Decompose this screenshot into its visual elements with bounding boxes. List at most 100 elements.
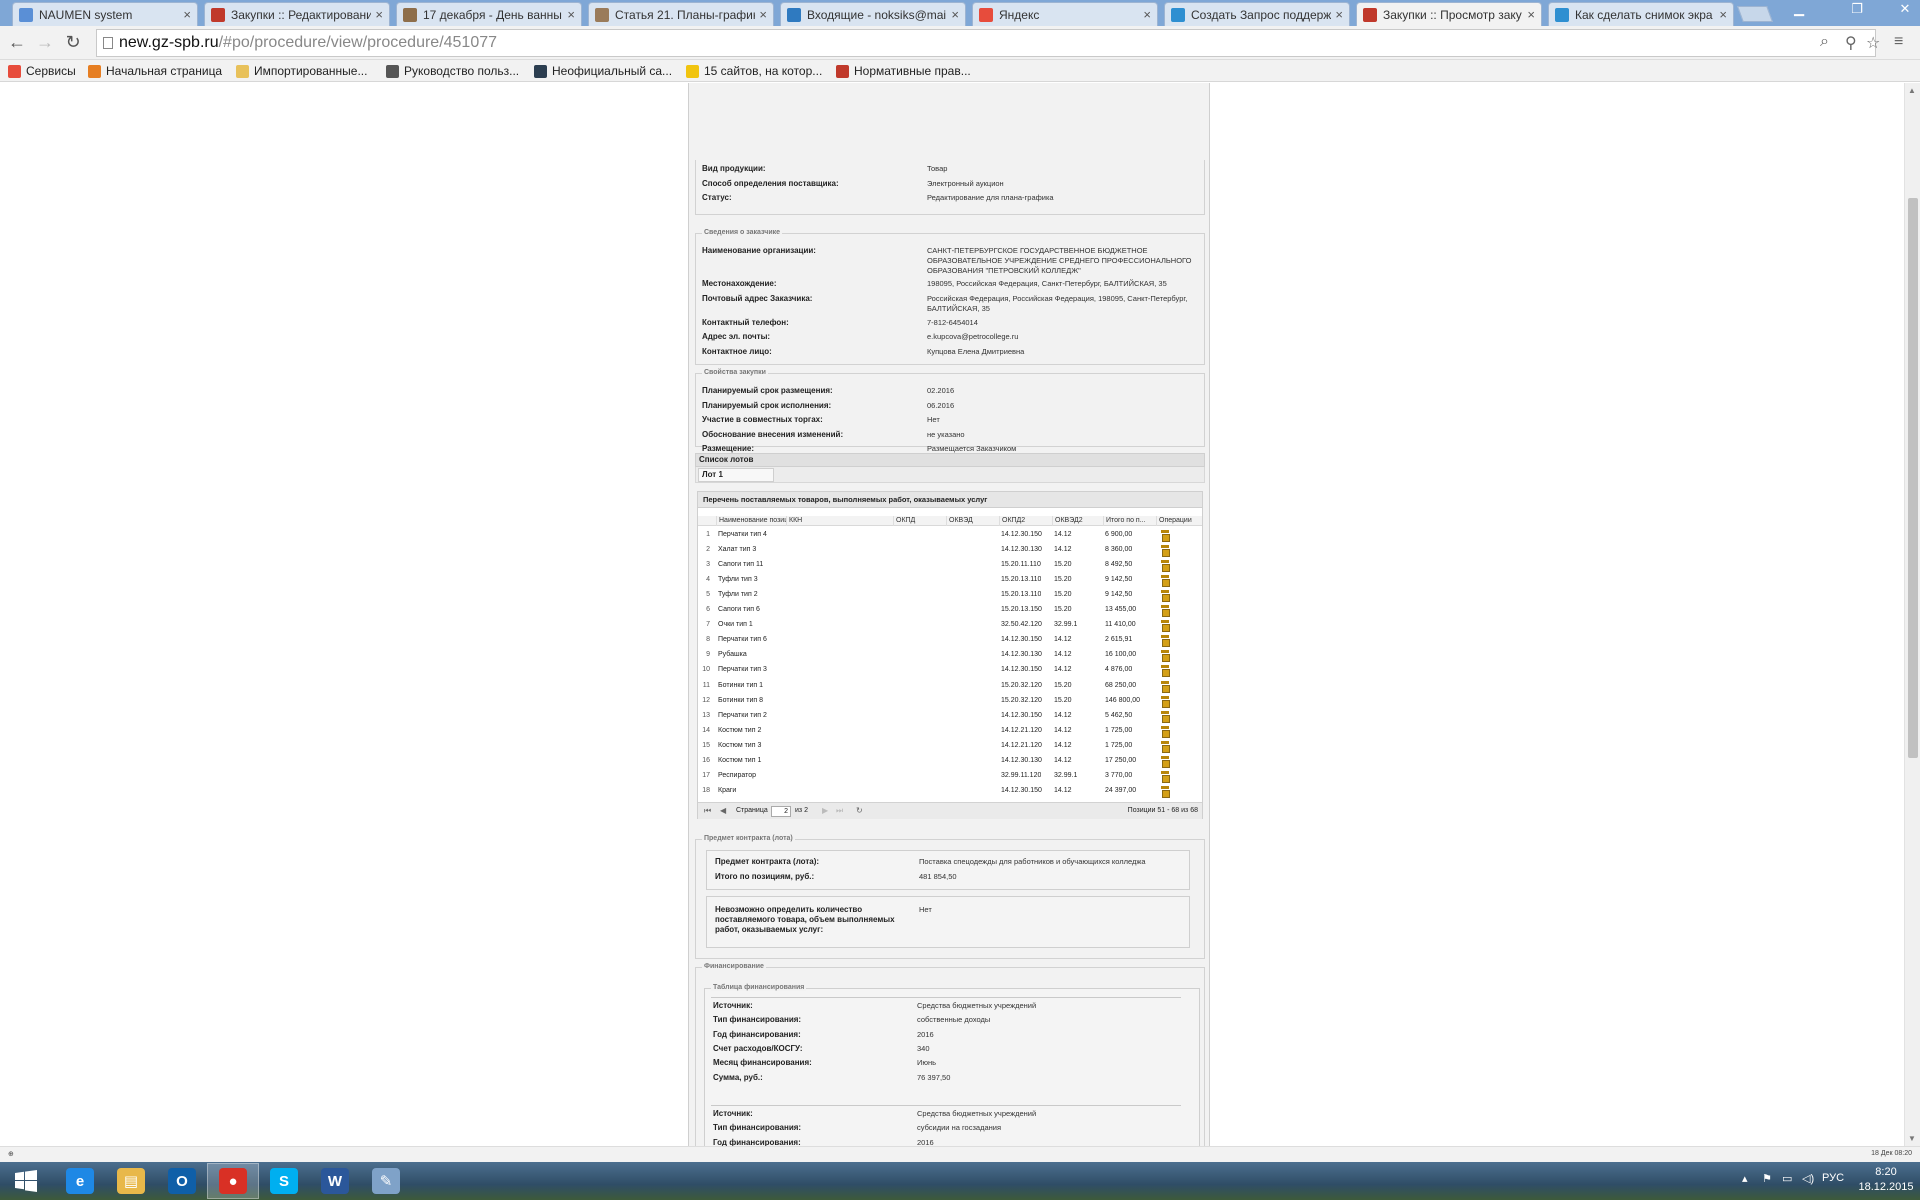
- scroll-thumb[interactable]: [1908, 198, 1918, 758]
- tab-close-icon[interactable]: ×: [1527, 7, 1535, 22]
- grid-column-header[interactable]: ККН: [786, 516, 893, 526]
- table-row[interactable]: 1 Перчатки тип 4 14.12.30.150 14.12 6 900,00: [698, 528, 1202, 543]
- table-row[interactable]: 7 Очки тип 1 32.50.42.120 32.99.1 11 410,00: [698, 618, 1202, 633]
- next-page-icon[interactable]: ▶: [822, 806, 828, 816]
- close-window-button[interactable]: ✕: [1890, 0, 1920, 20]
- grid-column-header[interactable]: ОКПД: [893, 516, 946, 526]
- delete-icon[interactable]: [1160, 755, 1170, 768]
- browser-tab[interactable]: Создать Запрос поддерж ×: [1164, 2, 1350, 26]
- table-row[interactable]: 10 Перчатки тип 3 14.12.30.150 14.12 4 876,0…: [698, 663, 1202, 678]
- first-page-icon[interactable]: ⏮: [704, 806, 711, 816]
- table-row[interactable]: 15 Костюм тип 3 14.12.21.120 14.12 1 725,00: [698, 739, 1202, 754]
- delete-icon[interactable]: [1160, 710, 1170, 723]
- table-row[interactable]: 9 Рубашка 14.12.30.130 14.12 16 100,00: [698, 648, 1202, 663]
- lot-tab-1[interactable]: Лот 1: [698, 468, 774, 482]
- browser-tab[interactable]: 17 декабря - День ванны ×: [396, 2, 582, 26]
- table-row[interactable]: 12 Ботинки тип 8 15.20.32.120 15.20 146 800,…: [698, 694, 1202, 709]
- browser-tab[interactable]: NAUMEN system ×: [12, 2, 198, 26]
- menu-icon[interactable]: ≡: [1894, 33, 1903, 51]
- page-scrollbar[interactable]: ▲ ▼: [1904, 83, 1920, 1146]
- table-row[interactable]: 17 Респиратор 32.99.11.120 32.99.1 3 770,00: [698, 769, 1202, 784]
- grid-column-header[interactable]: Операции: [1156, 516, 1202, 526]
- table-row[interactable]: 5 Туфли тип 2 15.20.13.110 15.20 9 142,50: [698, 588, 1202, 603]
- tab-close-icon[interactable]: ×: [951, 7, 959, 22]
- delete-icon[interactable]: [1160, 635, 1170, 648]
- delete-icon[interactable]: [1160, 680, 1170, 693]
- bookmark-item[interactable]: Руководство польз...: [386, 63, 519, 79]
- skype-taskbar-button[interactable]: S: [258, 1163, 310, 1199]
- browser-tab[interactable]: Входящие - noksiks@mai ×: [780, 2, 966, 26]
- delete-icon[interactable]: [1160, 605, 1170, 618]
- grid-column-header[interactable]: ОКВЭД2: [1052, 516, 1103, 526]
- bookmark-item[interactable]: Начальная страница: [88, 63, 222, 79]
- tab-close-icon[interactable]: ×: [1335, 7, 1343, 22]
- delete-icon[interactable]: [1160, 740, 1170, 753]
- grid-column-header[interactable]: Наименование позиции: [716, 516, 786, 526]
- network-icon[interactable]: ▭: [1782, 1172, 1792, 1185]
- grid-column-header[interactable]: ОКВЭД: [946, 516, 999, 526]
- minimize-button[interactable]: ▁: [1784, 0, 1814, 20]
- delete-icon[interactable]: [1160, 725, 1170, 738]
- chrome-taskbar-button[interactable]: ●: [207, 1163, 259, 1199]
- word-taskbar-button[interactable]: W: [309, 1163, 361, 1199]
- table-row[interactable]: 4 Туфли тип 3 15.20.13.110 15.20 9 142,50: [698, 573, 1202, 588]
- table-row[interactable]: 8 Перчатки тип 6 14.12.30.150 14.12 2 615,91: [698, 633, 1202, 648]
- delete-icon[interactable]: [1160, 770, 1170, 783]
- address-bar[interactable]: new.gz-spb.ru/#po/procedure/view/procedu…: [96, 29, 1876, 57]
- browser-tab[interactable]: Закупки :: Просмотр заку ×: [1356, 2, 1542, 26]
- browser-tab[interactable]: Яндекс ×: [972, 2, 1158, 26]
- internet-explorer-taskbar-button[interactable]: e: [54, 1163, 106, 1199]
- prev-page-icon[interactable]: ◀: [720, 806, 726, 816]
- bookmark-item[interactable]: Импортированные...: [236, 63, 367, 79]
- start-button[interactable]: [0, 1163, 52, 1199]
- star-icon[interactable]: ☆: [1866, 33, 1880, 53]
- table-row[interactable]: 18 Краги 14.12.30.150 14.12 24 397,00: [698, 784, 1202, 799]
- tab-close-icon[interactable]: ×: [1143, 7, 1151, 22]
- delete-icon[interactable]: [1160, 590, 1170, 603]
- delete-icon[interactable]: [1160, 530, 1170, 542]
- outlook-taskbar-button[interactable]: O: [156, 1163, 208, 1199]
- scroll-up-icon[interactable]: ▲: [1908, 86, 1916, 95]
- bookmark-item[interactable]: Сервисы: [8, 63, 76, 79]
- bookmark-item[interactable]: Нормативные прав...: [836, 63, 971, 79]
- delete-icon[interactable]: [1160, 545, 1170, 558]
- forward-button[interactable]: →: [34, 32, 56, 54]
- table-row[interactable]: 14 Костюм тип 2 14.12.21.120 14.12 1 725,00: [698, 724, 1202, 739]
- browser-tab[interactable]: Закупки :: Редактировани ×: [204, 2, 390, 26]
- table-row[interactable]: 6 Сапоги тип 6 15.20.13.150 15.20 13 455,00: [698, 603, 1202, 618]
- delete-icon[interactable]: [1160, 650, 1170, 663]
- table-row[interactable]: 16 Костюм тип 1 14.12.30.130 14.12 17 250,00: [698, 754, 1202, 769]
- tab-close-icon[interactable]: ×: [183, 7, 191, 22]
- paint-taskbar-button[interactable]: ✎: [360, 1163, 412, 1199]
- scroll-down-icon[interactable]: ▼: [1908, 1134, 1916, 1143]
- back-button[interactable]: ←: [6, 32, 28, 54]
- flag-icon[interactable]: ⚑: [1762, 1172, 1772, 1185]
- tab-close-icon[interactable]: ×: [1719, 7, 1727, 22]
- extension-icon[interactable]: ⚲: [1845, 33, 1857, 53]
- table-row[interactable]: 11 Ботинки тип 1 15.20.32.120 15.20 68 250,0…: [698, 679, 1202, 694]
- table-row[interactable]: 2 Халат тип 3 14.12.30.130 14.12 8 360,00: [698, 543, 1202, 558]
- maximize-button[interactable]: ❐: [1842, 0, 1872, 20]
- zoom-icon[interactable]: ⌕: [1820, 33, 1829, 51]
- file-explorer-taskbar-button[interactable]: ▤: [105, 1163, 157, 1199]
- page-input[interactable]: 2: [771, 806, 791, 817]
- bookmark-item[interactable]: Неофициальный са...: [534, 63, 672, 79]
- delete-icon[interactable]: [1160, 695, 1170, 708]
- browser-tab[interactable]: Как сделать снимок экра ×: [1548, 2, 1734, 26]
- table-row[interactable]: 13 Перчатки тип 2 14.12.30.150 14.12 5 462,5…: [698, 709, 1202, 724]
- delete-icon[interactable]: [1160, 620, 1170, 633]
- tab-close-icon[interactable]: ×: [759, 7, 767, 22]
- new-tab-button[interactable]: [1737, 6, 1773, 22]
- delete-icon[interactable]: [1160, 785, 1170, 798]
- bookmark-item[interactable]: 15 сайтов, на котор...: [686, 63, 822, 79]
- refresh-icon[interactable]: ↻: [856, 806, 863, 816]
- reload-button[interactable]: ↻: [62, 32, 84, 54]
- tab-close-icon[interactable]: ×: [375, 7, 383, 22]
- last-page-icon[interactable]: ⏭: [836, 806, 843, 816]
- grid-column-header[interactable]: ОКПД2: [999, 516, 1052, 526]
- delete-icon[interactable]: [1160, 575, 1170, 588]
- delete-icon[interactable]: [1160, 560, 1170, 573]
- volume-icon[interactable]: ◁): [1802, 1172, 1814, 1185]
- table-row[interactable]: 3 Сапоги тип 11 15.20.11.110 15.20 8 492,50: [698, 558, 1202, 573]
- tab-close-icon[interactable]: ×: [567, 7, 575, 22]
